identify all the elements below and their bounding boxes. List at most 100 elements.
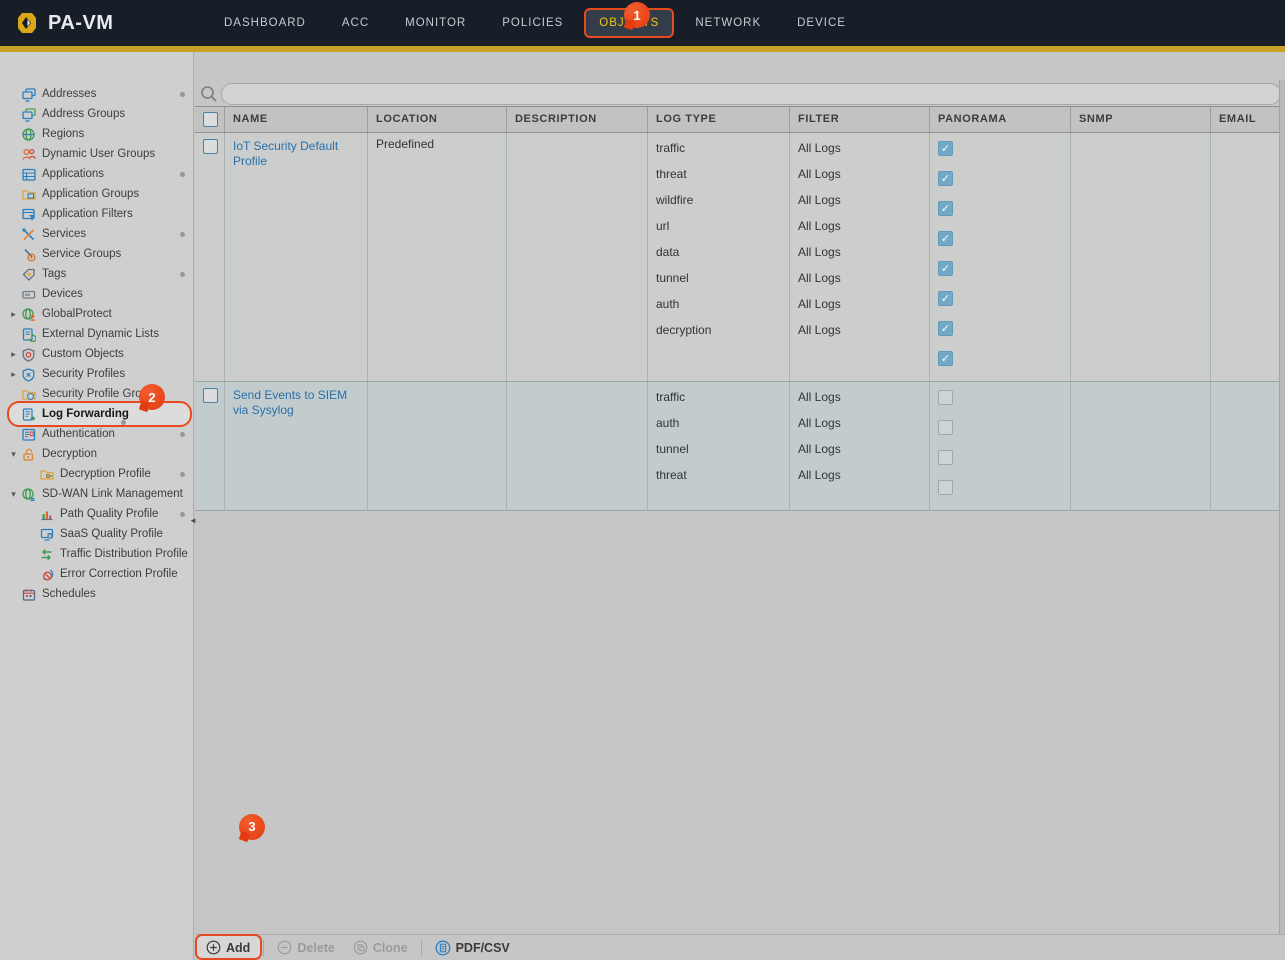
log-type-value: traffic [656, 386, 781, 412]
sidebar-item-label: Application Groups [42, 188, 139, 200]
nav-tab-acc[interactable]: ACC [327, 8, 384, 38]
pdf-csv-icon [435, 940, 451, 956]
col-filter[interactable]: FILTER [790, 107, 930, 132]
chevron-down-icon[interactable]: ▾ [6, 449, 21, 460]
col-location[interactable]: LOCATION [368, 107, 507, 132]
panorama-checkbox-unchecked[interactable] [938, 480, 953, 495]
panorama-checkbox-checked[interactable]: ✓ [938, 231, 953, 246]
vertical-scrollbar[interactable] [1279, 80, 1285, 934]
panorama-checkbox-checked[interactable]: ✓ [938, 261, 953, 276]
nav-tab-network[interactable]: NETWORK [680, 8, 776, 38]
filter-value: All Logs [798, 189, 921, 215]
panorama-checkbox-checked[interactable]: ✓ [938, 141, 953, 156]
sidebar-collapse-handle[interactable]: ◄ [189, 511, 197, 531]
log-type-value: threat [656, 163, 781, 189]
pdf-csv-button[interactable]: PDF/CSV [426, 936, 519, 960]
chevron-down-icon[interactable]: ▾ [6, 489, 21, 500]
sidebar-item-address-groups[interactable]: Address Groups [0, 104, 193, 124]
select-all-checkbox[interactable] [203, 112, 218, 127]
id-card-icon [21, 426, 37, 442]
row-checkbox[interactable] [203, 388, 218, 403]
profile-name-link[interactable]: Send Events to SIEM via Sysylog [233, 386, 359, 418]
search-input[interactable] [221, 83, 1281, 105]
panorama-checkbox-checked[interactable]: ✓ [938, 171, 953, 186]
sidebar-item-schedules[interactable]: Schedules [0, 584, 193, 604]
error-slash-icon [39, 566, 55, 582]
sidebar-item-traffic-distribution-profile[interactable]: Traffic Distribution Profile [0, 544, 193, 564]
col-name[interactable]: NAME [225, 107, 368, 132]
sidebar: AddressesAddress Groups Regions Dynamic Us… [0, 52, 194, 960]
cell-filter: All LogsAll LogsAll LogsAll LogsAll Logs… [790, 133, 930, 381]
nav-tab-dashboard[interactable]: DASHBOARD [209, 8, 321, 38]
cell-snmp [1071, 133, 1211, 381]
bottom-toolbar: Add Delete Clone PDF/CSV [195, 934, 1285, 960]
log-type-value: threat [656, 464, 781, 490]
sidebar-item-dynamic-user-groups[interactable]: Dynamic User Groups [0, 144, 193, 164]
col-snmp[interactable]: SNMP [1071, 107, 1211, 132]
sidebar-item-globalprotect[interactable]: ▸GlobalProtect [0, 304, 193, 324]
filter-value: All Logs [798, 163, 921, 189]
filter-value: All Logs [798, 386, 921, 412]
sidebar-item-log-forwarding[interactable]: Log Forwarding [0, 404, 193, 424]
nav-tab-device[interactable]: DEVICE [782, 8, 861, 38]
sidebar-item-decryption[interactable]: ▾ Decryption [0, 444, 193, 464]
sidebar-item-label: Application Filters [42, 208, 133, 220]
sidebar-item-authentication[interactable]: Authentication [0, 424, 193, 444]
sidebar-item-label: Regions [42, 128, 84, 140]
sidebar-item-decryption-profile[interactable]: Decryption Profile [0, 464, 193, 484]
add-icon [206, 940, 221, 955]
sidebar-item-services[interactable]: Services [0, 224, 193, 244]
sidebar-item-label: Services [42, 228, 86, 240]
sidebar-item-applications[interactable]: Applications [0, 164, 193, 184]
table-header-row: NAME LOCATION DESCRIPTION LOG TYPE FILTE… [195, 106, 1285, 133]
chart-bars-icon [39, 506, 55, 522]
add-button[interactable]: Add [197, 936, 259, 960]
sidebar-item-path-quality-profile[interactable]: Path Quality Profile [0, 504, 193, 524]
panorama-checkbox-unchecked[interactable] [938, 390, 953, 405]
panorama-checkbox-checked[interactable]: ✓ [938, 201, 953, 216]
col-description[interactable]: DESCRIPTION [507, 107, 648, 132]
panorama-checkbox-unchecked[interactable] [938, 450, 953, 465]
sidebar-item-label: Custom Objects [42, 348, 124, 360]
log-type-value: tunnel [656, 267, 781, 293]
chevron-right-icon[interactable]: ▸ [6, 309, 21, 320]
sidebar-item-custom-objects[interactable]: ▸ Custom Objects [0, 344, 193, 364]
log-type-value: auth [656, 412, 781, 438]
panorama-checkbox-unchecked[interactable] [938, 420, 953, 435]
sidebar-item-sd-wan-link-management[interactable]: ▾SD-WAN Link Management [0, 484, 193, 504]
sidebar-item-external-dynamic-lists[interactable]: External Dynamic Lists [0, 324, 193, 344]
monitors-group-icon [21, 106, 37, 122]
cell-description [507, 382, 648, 510]
sidebar-item-label: Dynamic User Groups [42, 148, 155, 160]
cell-panorama [930, 382, 1071, 510]
sidebar-item-application-filters[interactable]: Application Filters [0, 204, 193, 224]
col-email[interactable]: EMAIL [1211, 107, 1285, 132]
chevron-right-icon[interactable]: ▸ [6, 349, 21, 360]
nav-tab-policies[interactable]: POLICIES [487, 8, 578, 38]
col-log-type[interactable]: LOG TYPE [648, 107, 790, 132]
sidebar-item-label: Decryption [42, 448, 97, 460]
clone-button[interactable]: Clone [344, 936, 417, 960]
sidebar-item-addresses[interactable]: Addresses [0, 84, 193, 104]
cell-name: IoT Security Default Profile [225, 133, 368, 381]
sidebar-item-security-profiles[interactable]: ▸Security Profiles [0, 364, 193, 384]
delete-button[interactable]: Delete [268, 936, 344, 960]
chevron-right-icon[interactable]: ▸ [6, 369, 21, 380]
sidebar-item-saas-quality-profile[interactable]: SaaS Quality Profile [0, 524, 193, 544]
nav-tab-monitor[interactable]: MONITOR [390, 8, 481, 38]
col-panorama[interactable]: PANORAMA [930, 107, 1071, 132]
row-checkbox[interactable] [203, 139, 218, 154]
sidebar-item-application-groups[interactable]: Application Groups [0, 184, 193, 204]
panorama-checkbox-checked[interactable]: ✓ [938, 291, 953, 306]
filter-value: All Logs [798, 438, 921, 464]
sidebar-item-devices[interactable]: Devices [0, 284, 193, 304]
sidebar-item-service-groups[interactable]: Service Groups [0, 244, 193, 264]
sidebar-item-regions[interactable]: Regions [0, 124, 193, 144]
sidebar-item-tags[interactable]: Tags [0, 264, 193, 284]
sidebar-item-error-correction-profile[interactable]: Error Correction Profile [0, 564, 193, 584]
sidebar-item-label: Tags [42, 268, 66, 280]
panorama-checkbox-checked[interactable]: ✓ [938, 321, 953, 336]
log-type-value: data [656, 241, 781, 267]
profile-name-link[interactable]: IoT Security Default Profile [233, 137, 359, 169]
panorama-checkbox-checked[interactable]: ✓ [938, 351, 953, 366]
